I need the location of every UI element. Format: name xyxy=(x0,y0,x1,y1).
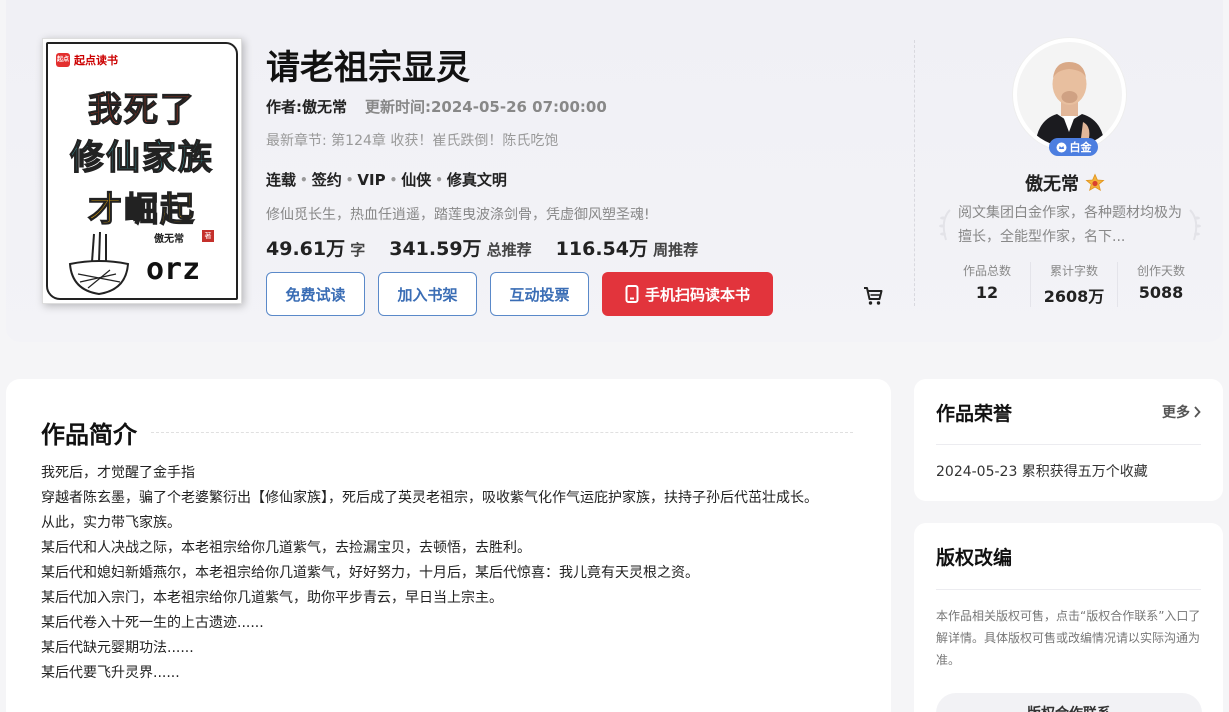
book-meta: 作者:傲无常 更新时间:2024-05-26 07:00:00 xyxy=(266,96,607,117)
stat-value: 5088 xyxy=(1138,283,1184,302)
stat-value: 49.61万 xyxy=(266,238,346,260)
cover-brand-text: 起点读书 xyxy=(74,54,118,67)
book-tagline: 修仙觅长生，热血任逍遥，踏莲曳波涤剑骨，凭虚御风塑圣魂! xyxy=(266,207,650,223)
intro-text: 我死后，才觉醒了金手指 穿越者陈玄墨，骗了个老婆繁衍出【修仙家族】，死后成了英灵… xyxy=(41,461,856,686)
phone-icon xyxy=(625,285,639,303)
cover-title-line-2: 修仙家族 xyxy=(69,137,214,178)
tag-separator: • xyxy=(435,172,443,187)
author-description: 阅文集团白金作家，各种题材均极为擅长，全能型作家，名下... xyxy=(958,205,1182,245)
tag-subcategory[interactable]: 修真文明 xyxy=(447,169,507,190)
cover-frame: 起点 起点读书 我死了 修仙家族 才崛起 傲无常 著 orz xyxy=(46,42,238,300)
tag-category[interactable]: 仙侠 xyxy=(401,169,431,190)
add-to-shelf-button[interactable]: 加入书架 xyxy=(378,272,477,316)
tag-separator: • xyxy=(389,172,398,187)
cart-icon[interactable] xyxy=(862,285,884,307)
tag-sign: 签约 xyxy=(311,171,342,189)
header-divider xyxy=(914,40,915,306)
stat-word-count: 49.61万 字 xyxy=(266,234,365,261)
book-tags: 连载 • 签约 • VIP • 仙侠 • 修真文明 xyxy=(266,169,507,190)
chevron-right-icon xyxy=(1194,406,1201,418)
intro-line: 穿越者陈玄墨，骗了个老婆繁衍出【修仙家族】，死后成了英灵老祖宗，吸收紫气化作气运… xyxy=(41,490,818,506)
book-cover[interactable]: 起点 起点读书 我死了 修仙家族 才崛起 傲无常 著 orz xyxy=(42,38,242,304)
author-avatar[interactable] xyxy=(1013,38,1126,151)
cover-seal: 著 xyxy=(202,230,214,242)
intro-line: 我死后，才觉醒了金手指 xyxy=(41,465,195,481)
stat-unit: 字 xyxy=(350,241,366,259)
stat-unit: 周推荐 xyxy=(653,241,699,259)
intro-line: 从此，实力带飞家族。 xyxy=(41,515,181,531)
update-time: 更新时间:2024-05-26 07:00:00 xyxy=(365,98,607,116)
cover-title-line-1: 我死了 xyxy=(87,89,196,130)
stat-label: 累计字数 xyxy=(1049,264,1098,278)
stat-value: 116.54万 xyxy=(555,238,648,260)
stat-total-recommend: 341.59万 总推荐 xyxy=(389,234,531,261)
stat-weekly-recommend: 116.54万 周推荐 xyxy=(556,234,698,261)
intro-line: 某后代加入宗门，本老祖宗给你几道紫气，助你平步青云，早日当上宗主。 xyxy=(41,590,503,606)
cover-orz: orz xyxy=(146,252,201,287)
copyright-contact-button[interactable]: 版权合作联系 xyxy=(936,693,1202,712)
badge-label: 白金 xyxy=(1069,141,1092,154)
intro-line: 某后代要飞升灵界...... xyxy=(41,665,180,681)
stat-label: 创作天数 xyxy=(1136,264,1185,278)
scan-to-read-button[interactable]: 手机扫码读本书 xyxy=(602,272,773,316)
copyright-divider xyxy=(936,589,1201,590)
crown-icon xyxy=(1056,142,1066,152)
author-stat-works[interactable]: 作品总数 12 xyxy=(944,262,1030,307)
tag-vip: VIP xyxy=(357,170,386,189)
stat-value: 12 xyxy=(975,283,999,302)
author-link[interactable]: 作者:傲无常 xyxy=(266,96,347,117)
copyright-text: 本作品相关版权可售，点击“版权合作联系”入口了解详情。具体版权可售或改编情况请以… xyxy=(936,609,1201,667)
honor-divider xyxy=(936,444,1201,445)
book-stats: 49.61万 字 341.59万 总推荐 116.54万 周推荐 xyxy=(266,234,698,261)
author-name[interactable]: 傲无常 xyxy=(1025,170,1105,196)
author-name-text: 傲无常 xyxy=(1025,174,1079,195)
intro-line: 某后代卷入十死一生的上古遗迹...... xyxy=(41,615,264,631)
author-stats: 作品总数 12 累计字数 2608万 创作天数 5088 xyxy=(944,262,1204,307)
cover-brand: 起点 起点读书 xyxy=(56,52,118,68)
stat-value: 2608万 xyxy=(1043,287,1105,306)
intro-line: 某后代缺元婴期功法...... xyxy=(41,640,194,656)
more-label: 更多 xyxy=(1162,405,1190,421)
author-stat-days: 创作天数 5088 xyxy=(1117,262,1204,307)
cover-title-line-3: 才崛起 xyxy=(87,189,196,230)
stat-value: 341.59万 xyxy=(389,238,482,260)
author-portrait xyxy=(1017,42,1122,147)
latest-chapter-link[interactable]: 最新章节: 第124章 收获！崔氏跌倒！陈氏吃饱 xyxy=(266,130,558,150)
book-title: 请老祖宗显灵 xyxy=(266,48,470,88)
copyright-card: 版权改编 本作品相关版权可售，点击“版权合作联系”入口了解详情。具体版权可售或改… xyxy=(914,523,1223,712)
stat-unit: 总推荐 xyxy=(486,241,532,259)
laurel-right-icon xyxy=(1189,209,1201,241)
vote-button[interactable]: 互动投票 xyxy=(490,272,589,316)
author-stat-words: 累计字数 2608万 xyxy=(1030,262,1117,307)
star-medal-icon xyxy=(1085,173,1105,192)
heading-divider xyxy=(151,432,853,433)
copyright-title: 版权改编 xyxy=(936,547,1013,569)
platinum-badge: 白金 xyxy=(1049,138,1098,156)
intro-line: 某后代和人决战之际，本老祖宗给你几道紫气，去捡漏宝贝，去顿悟，去胜利。 xyxy=(41,540,531,556)
intro-header: 作品简介 xyxy=(41,415,853,450)
action-buttons: 免费试读 加入书架 互动投票 手机扫码读本书 xyxy=(266,272,773,316)
intro-line: 某后代和媳妇新婚燕尔，本老祖宗给你几道紫气，好好努力，十月后，某后代惊喜：我儿竟… xyxy=(41,565,699,581)
qidian-logo-icon: 起点 xyxy=(56,53,70,67)
cover-author: 傲无常 xyxy=(154,234,184,245)
more-link[interactable]: 更多 xyxy=(1162,402,1201,422)
tag-separator: • xyxy=(345,172,354,187)
intro-card: 作品简介 我死后，才觉醒了金手指 穿越者陈玄墨，骗了个老婆繁衍出【修仙家族】，死… xyxy=(6,379,891,712)
tag-separator: • xyxy=(300,172,308,187)
incense-bowl-icon xyxy=(68,232,130,296)
laurel-left-icon xyxy=(939,209,951,241)
honor-title: 作品荣誉 xyxy=(936,403,1013,425)
tag-status: 连载 xyxy=(266,171,297,189)
free-trial-button[interactable]: 免费试读 xyxy=(266,272,365,316)
stat-label: 作品总数 xyxy=(962,264,1011,278)
honor-item: 2024-05-23 累积获得五万个收藏 xyxy=(936,464,1148,480)
honor-card: 作品荣誉 更多 2024-05-23 累积获得五万个收藏 xyxy=(914,379,1223,501)
intro-heading: 作品简介 xyxy=(41,421,137,449)
scan-to-read-label: 手机扫码读本书 xyxy=(644,285,750,304)
